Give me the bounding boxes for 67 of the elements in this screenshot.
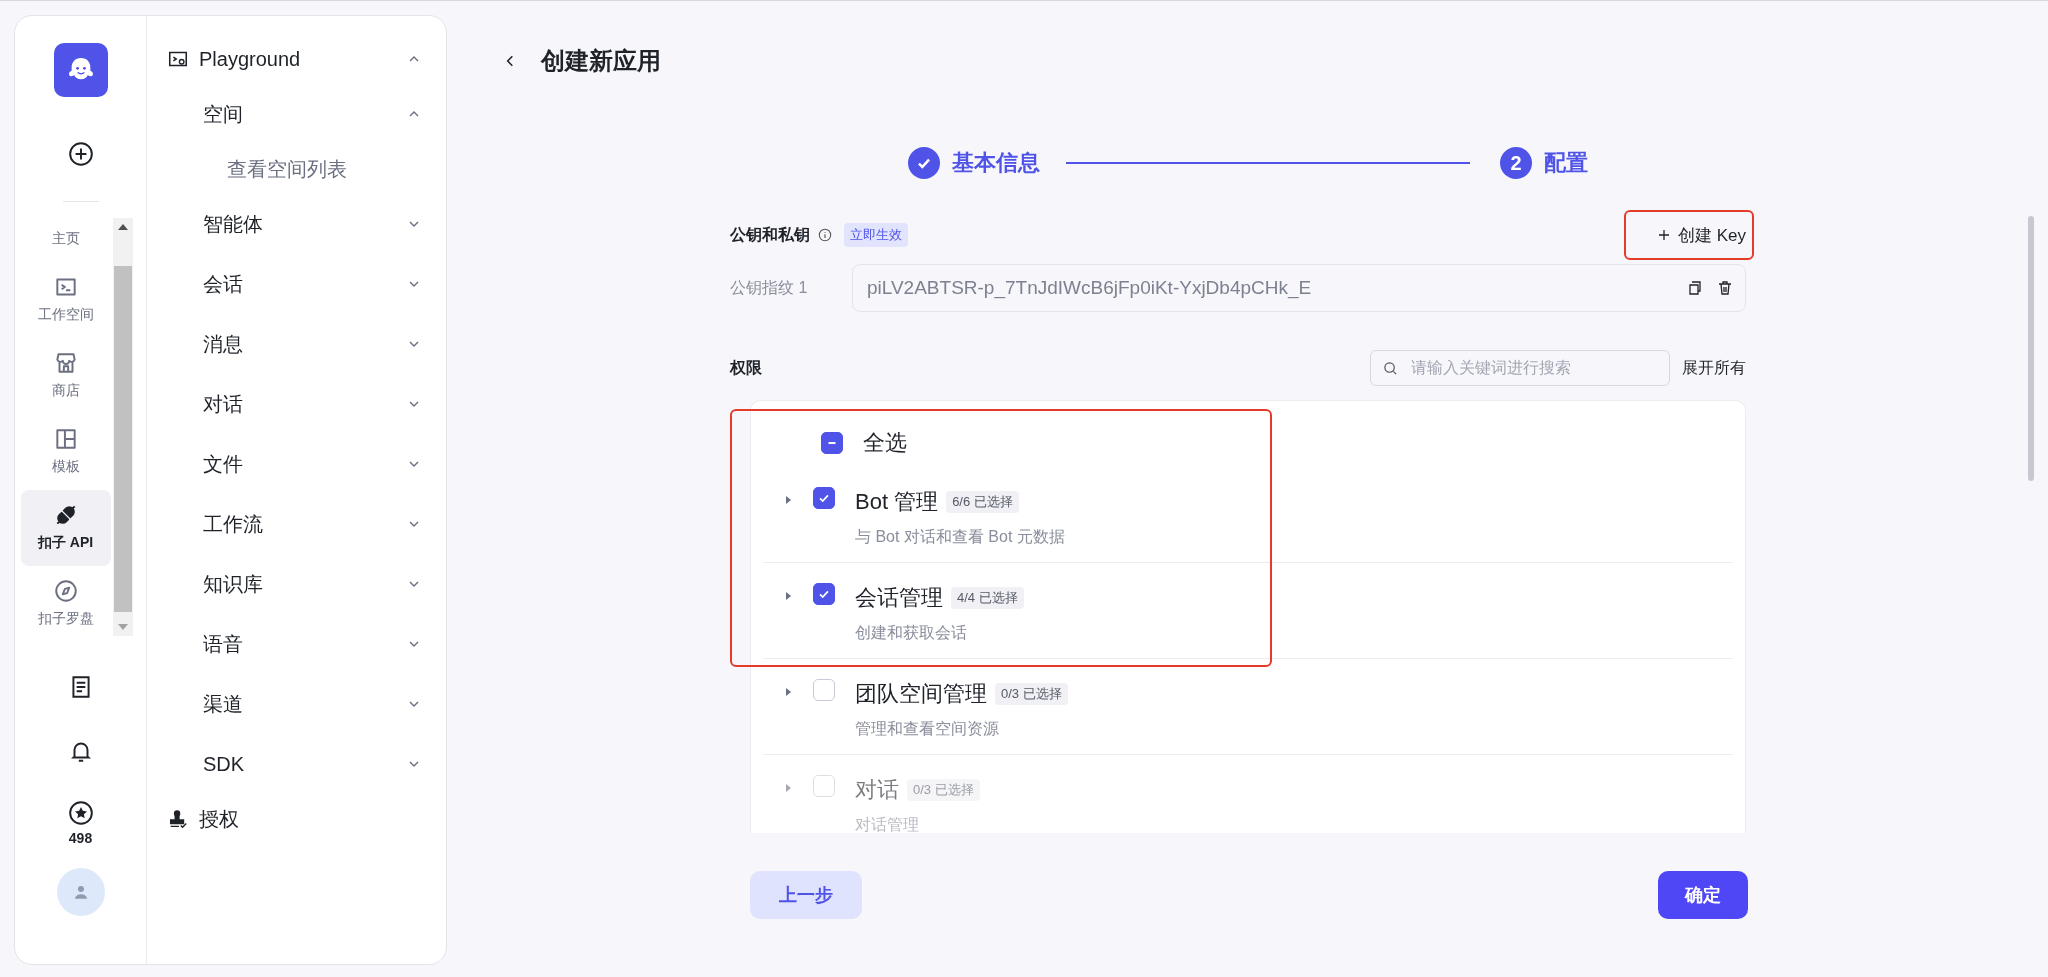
permission-description: 管理和查看空间资源 [855,719,999,739]
checkbox[interactable] [813,487,835,509]
sidebar-item[interactable]: 空间 [167,84,426,144]
rail-nav-item[interactable]: 主页 [20,218,111,262]
add-icon[interactable] [67,141,94,167]
scrollbar[interactable] [2028,216,2034,481]
info-icon [818,228,832,242]
sidebar-item[interactable]: Playground [167,34,426,84]
permission-description: 与 Bot 对话和查看 Bot 元数据 [855,527,1065,547]
caret-right-icon[interactable] [783,495,793,505]
confirm-button[interactable]: 确定 [1658,871,1748,919]
permission-name: 会话管理 [855,584,943,612]
field-label: 公钥指纹 1 [730,277,809,298]
sidebar-item[interactable]: 对话 [167,374,426,434]
section-label: 公钥和私钥 [730,224,810,245]
permission-name: 对话 [855,776,899,804]
checkbox[interactable] [821,432,843,454]
selection-count: 0/3 已选择 [907,779,980,801]
sidebar-item[interactable]: 授权 [167,794,426,844]
rail-nav-item[interactable]: 工作空间 [20,262,111,338]
permission-name: Bot 管理 [855,488,939,516]
search-field[interactable]: 请输入关键词进行搜索 [1370,350,1670,386]
app-logo[interactable] [53,43,108,97]
step-label: 配置 [1544,149,1588,177]
rail-nav-item[interactable]: 扣子罗盘 [20,566,111,636]
select-all-label: 全选 [863,429,907,457]
star-badge-icon[interactable] [67,800,94,826]
points-count: 498 [68,830,93,846]
sidebar-item[interactable]: SDK [167,734,426,794]
step-label: 基本信息 [952,149,1040,177]
sidebar-item[interactable]: 会话 [167,254,426,314]
step-number: 2 [1500,147,1532,179]
page-title: 创建新应用 [541,46,661,76]
search-icon [1383,361,1398,376]
compass-icon [52,578,79,604]
trash-icon[interactable] [1717,280,1733,296]
sidebar-item[interactable]: 查看空间列表 [167,144,426,194]
plus-icon [1657,229,1670,241]
rail-nav-item[interactable]: 商店 [20,338,111,414]
caret-right-icon[interactable] [783,687,793,697]
sidebar-item[interactable]: 工作流 [167,494,426,554]
fingerprint-field[interactable]: piLV2ABTSR-p_7TnJdIWcB6jFp0iKt-YxjDb4pCHk_E [852,264,1746,312]
avatar[interactable] [56,868,105,916]
permission-description: 创建和获取会话 [855,623,967,643]
rail-nav-item[interactable]: 模板 [20,414,111,490]
selection-count: 0/3 已选择 [995,683,1068,705]
sidebar-item[interactable]: 文件 [167,434,426,494]
scrollbar[interactable] [112,218,133,636]
previous-step-button[interactable]: 上一步 [750,871,862,919]
selection-count: 6/6 已选择 [946,491,1019,513]
caret-right-icon[interactable] [783,591,793,601]
sidebar-item[interactable]: 知识库 [167,554,426,614]
section-label: 权限 [730,357,762,378]
sidebar-item[interactable]: 语音 [167,614,426,674]
sidebar-item[interactable]: 渠道 [167,674,426,734]
rail-nav-item[interactable]: 扣子 API [20,490,111,566]
stamp-icon [167,808,189,830]
selection-count: 4/4 已选择 [951,587,1024,609]
create-key-button[interactable]: 创建 Key [1657,223,1746,247]
expand-all-link[interactable]: 展开所有 [1682,357,1746,379]
sidebar-item[interactable]: 消息 [167,314,426,374]
permission-name: 团队空间管理 [855,680,987,708]
sidebar-item[interactable]: 智能体 [167,194,426,254]
status-badge: 立即生效 [844,223,908,247]
copy-icon[interactable] [1687,280,1703,296]
permission-description: 对话管理 [855,815,919,833]
checkbox[interactable] [813,583,835,605]
